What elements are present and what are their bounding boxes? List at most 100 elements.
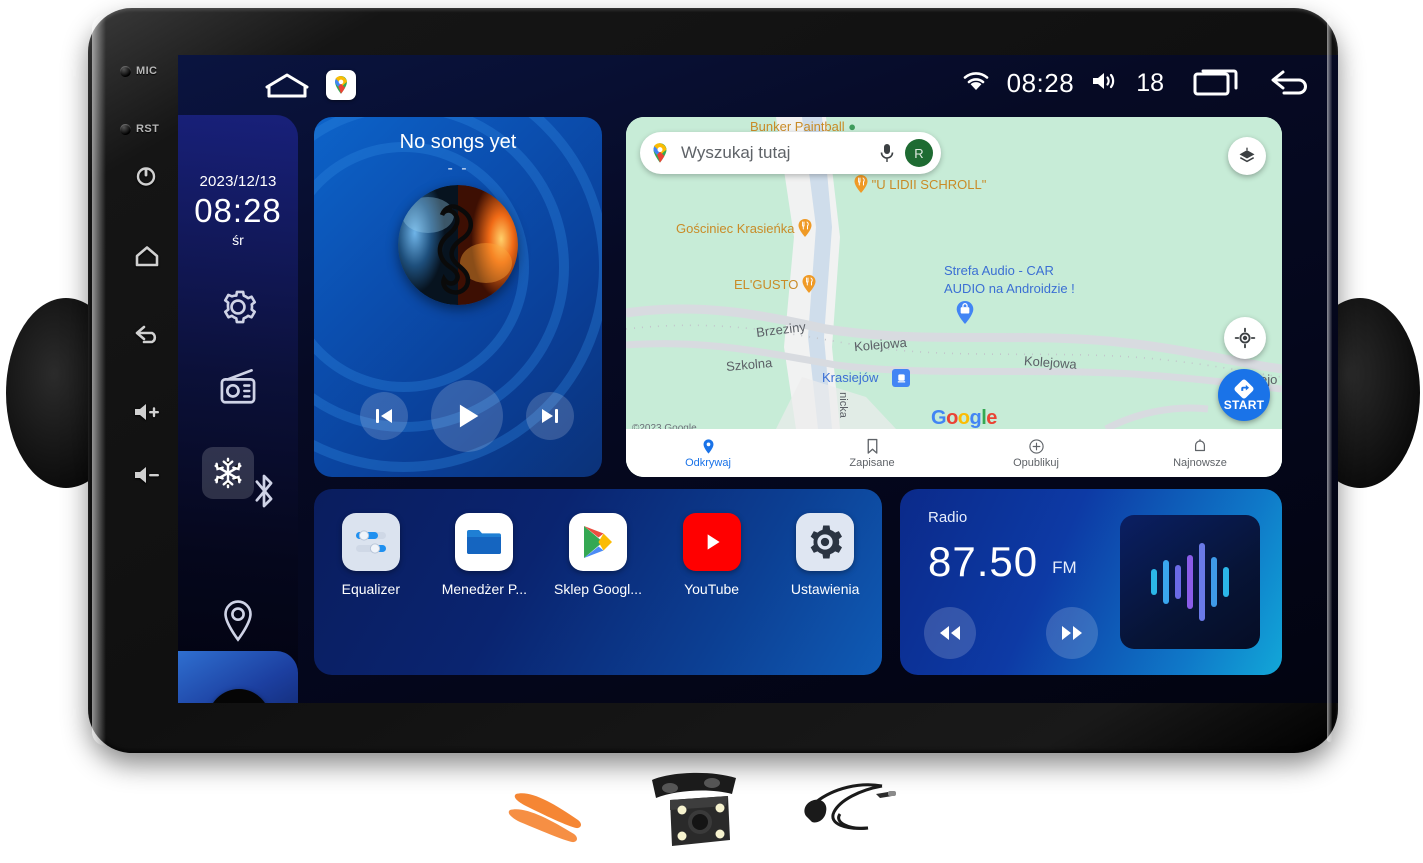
next-track-button[interactable] (526, 392, 574, 440)
map-nav-label: Najnowsze (1173, 456, 1227, 469)
back-icon[interactable] (1268, 65, 1314, 102)
restaurant-pin-icon (854, 175, 868, 193)
visualizer-bar (1175, 565, 1181, 599)
map-poi-label: Gościniec Krasieńka (676, 221, 795, 236)
file-manager-icon (455, 513, 514, 571)
radio-frequency: 87.50 (928, 538, 1039, 585)
mic-label: MIC (136, 65, 158, 77)
reset-hole[interactable]: RST (120, 114, 182, 144)
google-watermark: Google (931, 407, 997, 429)
sidebar-item-radio[interactable] (214, 363, 262, 411)
app-equalizer[interactable]: Equalizer (321, 513, 421, 597)
app-shortcuts-widget: Equalizer Menedżer P... Sklep Googl... Y… (314, 489, 882, 675)
google-maps-icon (653, 143, 667, 163)
car-head-unit: MIC RST 08:28 18 2023/12/13 08:28 śr No … (6, 8, 1420, 753)
visualizer-bar (1187, 555, 1193, 609)
account-avatar[interactable]: R (905, 139, 933, 167)
volume-up-icon (135, 404, 159, 420)
train-station-icon[interactable] (892, 369, 910, 387)
visualizer-bar (1199, 543, 1205, 621)
restaurant-pin-icon (802, 275, 816, 293)
radio-title: Radio (928, 509, 968, 526)
google-play-icon (568, 513, 627, 571)
recents-icon[interactable] (1192, 66, 1242, 101)
store-pin-icon[interactable] (956, 301, 974, 327)
location-pin-icon (224, 600, 252, 642)
map-poi[interactable]: EL'GUSTO (734, 275, 816, 293)
bell-icon (1194, 438, 1206, 451)
device-bezel: MIC RST 08:28 18 2023/12/13 08:28 śr No … (88, 8, 1338, 753)
play-button[interactable] (431, 380, 503, 452)
reset-label: RST (136, 123, 160, 135)
map-poi-label: EL'GUSTO (734, 277, 799, 292)
app-file-manager[interactable]: Menedżer P... (434, 513, 534, 597)
home-button-topbar[interactable] (263, 71, 311, 106)
radio-visualizer (1120, 515, 1260, 649)
map-poi[interactable]: "U LIDII SCHROLL" (854, 175, 986, 193)
app-google-play[interactable]: Sklep Googl... (548, 513, 648, 597)
map-layers-button[interactable] (1228, 137, 1266, 175)
volume-icon[interactable] (1090, 69, 1120, 98)
youtube-icon (682, 513, 741, 571)
map-nav-updates[interactable]: Najnowsze (1118, 429, 1282, 477)
clock-widget[interactable]: 2023/12/13 08:28 śr (178, 173, 298, 248)
sidebar-item-settings[interactable] (214, 283, 262, 331)
my-location-icon (1234, 327, 1256, 349)
play-icon (459, 404, 479, 428)
map-nav-label: Zapisane (849, 456, 895, 469)
layers-icon (1239, 147, 1255, 163)
home-icon (135, 246, 159, 267)
map-search-bar[interactable]: Wyszukaj tutaj R (640, 132, 941, 174)
map-nav-explore[interactable]: Odkrywaj (626, 429, 790, 477)
search-input[interactable]: Wyszukaj tutaj (681, 143, 869, 163)
back-arrow-icon (135, 325, 157, 344)
skip-previous-icon (376, 409, 392, 423)
radio-widget[interactable]: Radio 87.50 FM (900, 489, 1282, 675)
plus-circle-icon (1028, 438, 1044, 454)
volume-down-icon (135, 467, 159, 483)
google-maps-icon (335, 76, 347, 94)
start-navigation-button[interactable]: START (1218, 369, 1270, 421)
app-label: Equalizer (341, 581, 400, 597)
map-nav-label: Opublikuj (1013, 456, 1059, 469)
status-bar: 08:28 18 (178, 55, 1338, 115)
sidebar-item-navigation[interactable] (214, 597, 262, 645)
previous-track-button[interactable] (360, 392, 408, 440)
map-road-label: nicka (836, 392, 849, 418)
song-artist: - - (447, 160, 469, 177)
app-label: Sklep Googl... (554, 581, 642, 597)
my-location-button[interactable] (1224, 317, 1266, 359)
settings-gear-icon (796, 513, 855, 571)
map-nav-saved[interactable]: Zapisane (790, 429, 954, 477)
app-label: YouTube (684, 581, 740, 597)
app-label: Ustawienia (790, 581, 860, 597)
bookmark-icon (867, 438, 877, 454)
microphone-icon[interactable] (878, 142, 896, 164)
visualizer-bar (1151, 569, 1157, 595)
app-youtube[interactable]: YouTube (662, 513, 762, 597)
map-poi-label: AUDIO na Androidzie ! (944, 281, 1075, 296)
sidebar-item-bluetooth[interactable] (240, 467, 288, 515)
google-maps-widget[interactable]: Bunker Paintball ● "U LIDII SCHROLL" Goś… (626, 117, 1282, 477)
music-player-widget[interactable]: No songs yet - - (314, 117, 602, 477)
volume-level: 18 (1136, 69, 1164, 97)
touchscreen[interactable]: 08:28 18 2023/12/13 08:28 śr No songs ye… (178, 55, 1338, 703)
restaurant-pin-icon (798, 219, 812, 237)
dock-weekday: śr (232, 232, 244, 248)
app-label: Menedżer P... (441, 581, 528, 597)
status-clock: 08:28 (1006, 68, 1075, 98)
navigation-arrow-icon (1234, 379, 1254, 399)
radio-frequency-row: 87.50 FM (928, 541, 1077, 583)
app-settings[interactable]: Ustawienia (775, 513, 875, 597)
equalizer-icon (341, 513, 400, 571)
map-poi[interactable]: Gościniec Krasieńka (676, 219, 812, 237)
start-label: START (1223, 398, 1265, 412)
radio-seek-up-button[interactable] (1046, 607, 1098, 659)
radio-seek-down-button[interactable] (924, 607, 976, 659)
mic-pinhole-icon (120, 65, 131, 77)
google-maps-shortcut[interactable] (326, 70, 356, 100)
map-poi-label: Strefa Audio - CAR (944, 263, 1054, 278)
mic-hole: MIC (120, 56, 182, 86)
map-station-label[interactable]: Krasiejów (822, 370, 878, 385)
map-nav-contribute[interactable]: Opublikuj (954, 429, 1118, 477)
